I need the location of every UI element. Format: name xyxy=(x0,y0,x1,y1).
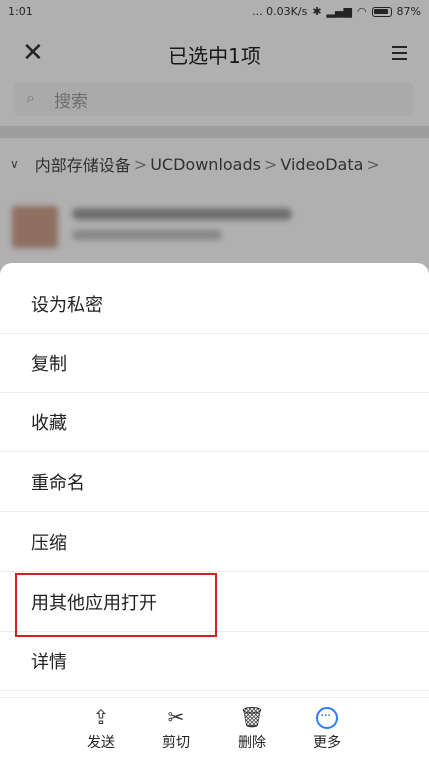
menu-item-details[interactable]: 详情 xyxy=(0,632,429,691)
trash-icon: 🗑 xyxy=(239,705,265,729)
scissors-icon: ✂ xyxy=(167,705,185,729)
action-sheet: 设为私密 复制 收藏 重命名 压缩 用其他应用打开 详情 ⇪ 发送 ✂ 剪切 🗑… xyxy=(0,263,429,759)
cut-label: 剪切 xyxy=(162,735,190,751)
more-icon xyxy=(316,703,338,729)
menu-item-set-private[interactable]: 设为私密 xyxy=(0,275,429,334)
highlight-box xyxy=(15,573,217,637)
cut-button[interactable]: ✂ 剪切 xyxy=(146,704,206,752)
menu-item-label: 复制 xyxy=(31,354,67,375)
delete-label: 删除 xyxy=(238,735,266,751)
bottom-toolbar: ⇪ 发送 ✂ 剪切 🗑 删除 更多 xyxy=(0,697,429,759)
menu-item-compress[interactable]: 压缩 xyxy=(0,513,429,572)
send-label: 发送 xyxy=(87,735,115,751)
more-button[interactable]: 更多 xyxy=(297,703,357,752)
menu-item-label: 压缩 xyxy=(31,533,67,554)
menu-item-label: 设为私密 xyxy=(31,295,103,316)
menu-item-copy[interactable]: 复制 xyxy=(0,334,429,393)
menu-item-rename[interactable]: 重命名 xyxy=(0,453,429,512)
more-label: 更多 xyxy=(313,735,341,751)
send-button[interactable]: ⇪ 发送 xyxy=(71,704,131,752)
share-icon: ⇪ xyxy=(92,705,110,729)
menu-item-label: 详情 xyxy=(31,652,67,673)
menu-item-label: 重命名 xyxy=(31,473,85,494)
menu-item-favorite[interactable]: 收藏 xyxy=(0,393,429,452)
delete-button[interactable]: 🗑 删除 xyxy=(222,704,282,752)
menu-item-label: 收藏 xyxy=(31,413,67,434)
